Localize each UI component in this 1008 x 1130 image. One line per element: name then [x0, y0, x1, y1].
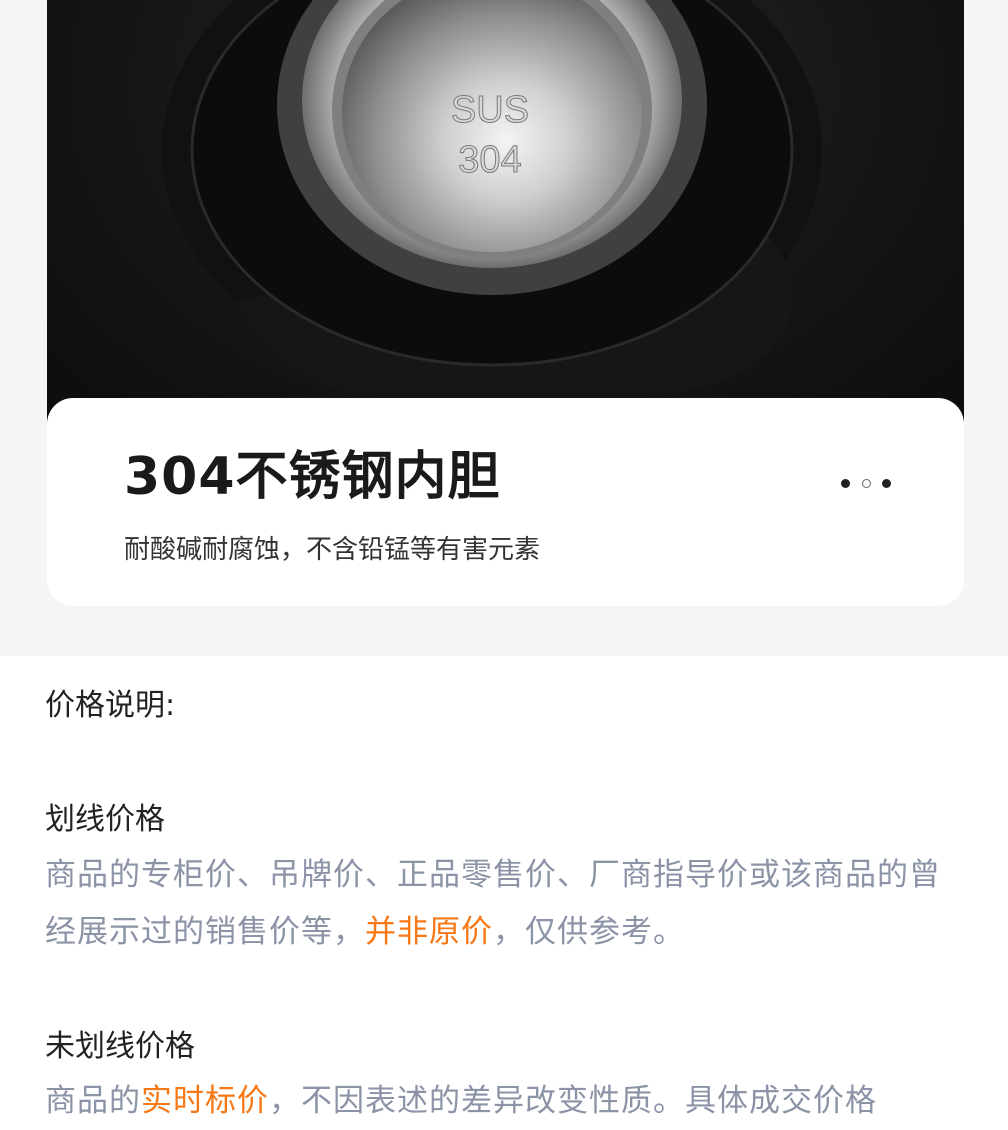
price-explanation: 价格说明: 划线价格 商品的专柜价、吊牌价、正品零售价、厂商指导价或该商品的曾经…: [45, 680, 965, 1130]
strikethrough-price-text: 商品的专柜价、吊牌价、正品零售价、厂商指导价或该商品的曾经展示过的销售价等，并非…: [45, 847, 965, 961]
pager-dot[interactable]: [841, 478, 850, 488]
price-heading: 价格说明:: [45, 688, 176, 723]
feature-title: 304不锈钢内胆: [124, 447, 501, 507]
sus-stamp: SUS: [451, 89, 529, 131]
pager-dot-active[interactable]: [861, 478, 871, 488]
non-strikethrough-text-before: 商品的: [45, 1083, 141, 1119]
non-strikethrough-text-after: ，不因表述的差异改变性质。具体成交价格: [269, 1083, 877, 1119]
product-gallery-section: SUS 304 304不锈钢内胆 耐酸碱耐腐蚀，不含铅锰等有害元素: [0, 0, 1008, 656]
product-photo[interactable]: SUS 304: [47, 0, 964, 440]
carousel-pager[interactable]: [841, 476, 891, 490]
non-strikethrough-price-title: 未划线价格: [45, 1029, 195, 1064]
steel-lid-image: SUS 304: [162, 0, 822, 395]
feature-card: 304不锈钢内胆 耐酸碱耐腐蚀，不含铅锰等有害元素: [47, 398, 964, 606]
not-original-price-highlight: 并非原价: [365, 914, 493, 950]
304-stamp: 304: [458, 139, 521, 181]
non-strikethrough-price-text: 商品的实时标价，不因表述的差异改变性质。具体成交价格: [45, 1073, 965, 1130]
realtime-price-highlight: 实时标价: [141, 1083, 269, 1119]
strikethrough-text-after: ，仅供参考。: [493, 914, 685, 950]
strikethrough-price-title: 划线价格: [45, 802, 165, 837]
pager-dot[interactable]: [882, 478, 891, 488]
feature-subtitle: 耐酸碱耐腐蚀，不含铅锰等有害元素: [124, 535, 541, 565]
